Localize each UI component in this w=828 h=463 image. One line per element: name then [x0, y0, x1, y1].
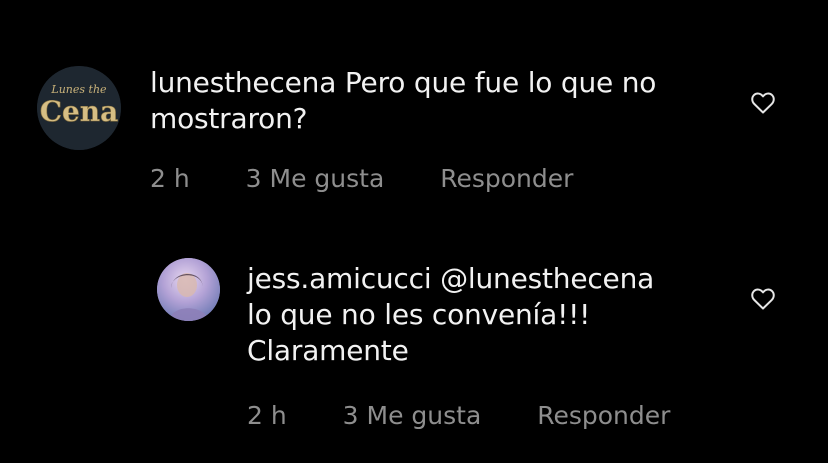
reply-text: jess.amicucci @lunesthecena lo que no le… — [247, 261, 727, 369]
heart-outline-icon[interactable] — [750, 91, 776, 115]
reply-mention[interactable]: @lunesthecena — [440, 262, 654, 295]
comment-time: 2 h — [150, 164, 190, 193]
avatar-logo-main: Cena — [40, 95, 119, 128]
comment-username[interactable]: lunesthecena — [150, 66, 336, 99]
reply-time: 2 h — [247, 401, 287, 430]
reply-body-line2: lo que no les convenía!!! — [247, 298, 591, 331]
comment-meta: 2 h 3 Me gusta Responder — [150, 164, 573, 194]
user-photo-icon — [157, 258, 220, 321]
reply-username[interactable]: jess.amicucci — [247, 262, 432, 295]
avatar[interactable] — [157, 258, 220, 321]
reply-button[interactable]: Responder — [440, 164, 573, 194]
reply-likes-link[interactable]: 3 Me gusta — [343, 401, 482, 431]
comment-body-line1: Pero que fue lo que no — [344, 66, 657, 99]
comment-text: lunesthecena Pero que fue lo que no most… — [150, 65, 730, 137]
comment-body-line2: mostraron? — [150, 102, 308, 135]
reply-body-line3: Claramente — [247, 334, 409, 367]
lunes-the-cena-logo-icon: Lunes the Cena — [37, 66, 121, 150]
heart-outline-icon[interactable] — [750, 287, 776, 311]
comment-likes-link[interactable]: 3 Me gusta — [246, 164, 385, 194]
avatar[interactable]: Lunes the Cena — [37, 66, 121, 150]
reply-meta: 2 h 3 Me gusta Responder — [247, 401, 670, 431]
reply-button[interactable]: Responder — [537, 401, 670, 431]
